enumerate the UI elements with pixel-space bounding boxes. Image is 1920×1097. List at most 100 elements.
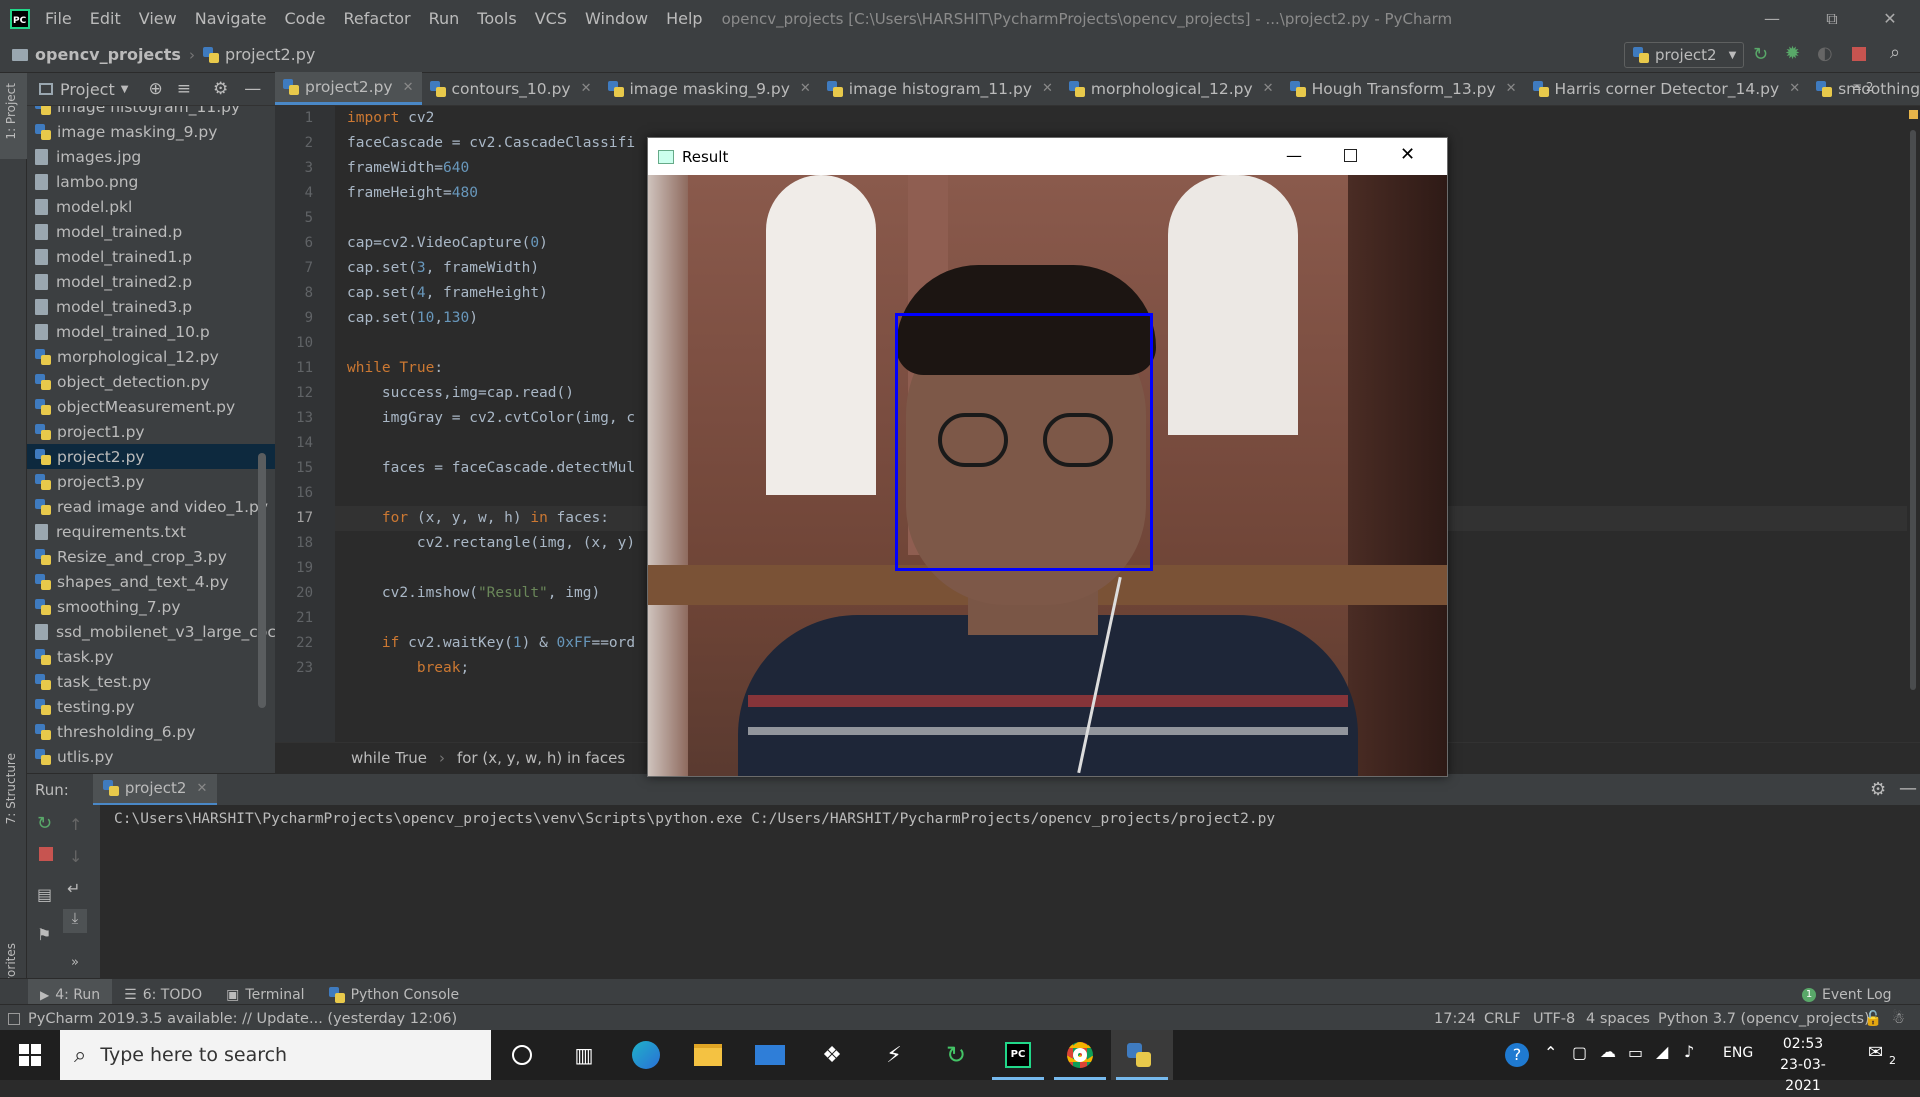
menu-edit[interactable]: Edit: [81, 9, 130, 28]
close-icon[interactable]: ✕: [581, 81, 592, 96]
tree-item[interactable]: image histogram_11.py: [27, 106, 275, 119]
wifi-icon[interactable]: ◢: [1656, 1042, 1668, 1061]
debug-icon[interactable]: ✹: [1785, 43, 1800, 64]
menu-code[interactable]: Code: [276, 9, 335, 28]
chrome-icon[interactable]: [1049, 1030, 1111, 1080]
tree-item[interactable]: Resize_and_crop_3.py: [27, 544, 275, 569]
collapse-all-icon[interactable]: ≡: [177, 79, 191, 99]
close-icon[interactable]: ✕: [196, 781, 207, 796]
close-button[interactable]: ✕: [1400, 144, 1415, 165]
terminal-button[interactable]: ▣ Terminal: [214, 987, 316, 1003]
todo-button[interactable]: ☰ 6: TODO: [112, 987, 214, 1003]
stop-icon[interactable]: [1852, 47, 1866, 61]
edge-icon[interactable]: [615, 1030, 677, 1080]
gear-icon[interactable]: ⚙: [213, 79, 228, 99]
gear-icon[interactable]: ⚙: [1870, 779, 1886, 800]
tree-item[interactable]: task_test.py: [27, 669, 275, 694]
menu-run[interactable]: Run: [420, 9, 469, 28]
cortana-icon[interactable]: [491, 1030, 553, 1080]
tree-item[interactable]: task.py: [27, 644, 275, 669]
tree-item[interactable]: thresholding_6.py: [27, 719, 275, 744]
file-encoding[interactable]: UTF-8: [1533, 1011, 1575, 1027]
editor-tab[interactable]: image histogram_11.py ✕: [819, 72, 1061, 105]
tree-item[interactable]: model.pkl: [27, 194, 275, 219]
python-taskbar-icon[interactable]: [1111, 1030, 1173, 1080]
tree-item[interactable]: requirements.txt: [27, 519, 275, 544]
editor-tab[interactable]: Hough Transform_13.py ✕: [1282, 72, 1525, 105]
editor-tab[interactable]: project2.py ✕: [275, 72, 422, 105]
menu-vcs[interactable]: VCS: [526, 9, 576, 28]
soft-wrap-icon[interactable]: ↵: [67, 879, 80, 898]
tree-item[interactable]: model_trained.p: [27, 219, 275, 244]
language-indicator[interactable]: ENG: [1723, 1045, 1753, 1061]
minimize-button[interactable]: —: [1286, 146, 1302, 165]
tree-item[interactable]: morphological_12.py: [27, 344, 275, 369]
lock-icon[interactable]: 🔓: [1864, 1010, 1882, 1027]
clock[interactable]: 02:53 23-03-2021: [1768, 1034, 1838, 1097]
python-console-button[interactable]: Python Console: [317, 987, 472, 1003]
taskbar-search[interactable]: ⌕ Type here to search: [60, 1030, 491, 1080]
tree-item[interactable]: ssd_mobilenet_v3_large_coco_20: [27, 619, 275, 644]
menu-navigate[interactable]: Navigate: [186, 9, 276, 28]
tree-item[interactable]: model_trained2.p: [27, 269, 275, 294]
tree-item[interactable]: smoothing_7.py: [27, 594, 275, 619]
nav-file[interactable]: project2.py: [202, 45, 315, 64]
menu-tools[interactable]: Tools: [468, 9, 525, 28]
rerun-icon[interactable]: ↻: [1753, 44, 1768, 65]
task-view-icon[interactable]: ▥: [553, 1030, 615, 1080]
layout-icon[interactable]: ▤: [37, 885, 52, 904]
tree-item[interactable]: model_trained3.p: [27, 294, 275, 319]
help-icon[interactable]: ?: [1505, 1043, 1529, 1067]
caret-position[interactable]: 17:24: [1434, 1011, 1476, 1027]
run-console[interactable]: ↻ ▤ ⚑ ↑ ↓ ↵ ⤓ » C:\Users\HARSHIT\Pycharm…: [27, 805, 1920, 978]
tree-item[interactable]: testing.py: [27, 694, 275, 719]
indent-setting[interactable]: 4 spaces: [1586, 1011, 1650, 1027]
tree-scrollbar[interactable]: [258, 453, 266, 708]
run-tab[interactable]: project2 ✕: [92, 773, 218, 806]
result-titlebar[interactable]: Result — ✕: [648, 138, 1447, 175]
editor-scrollbar[interactable]: [1910, 130, 1916, 690]
maximize-button[interactable]: [1344, 149, 1357, 162]
tree-item[interactable]: utlis.py: [27, 744, 275, 769]
notification-icon[interactable]: ✉: [1868, 1042, 1883, 1063]
run-config-select[interactable]: project2 ▼: [1624, 42, 1744, 68]
onedrive-icon[interactable]: ☁: [1600, 1042, 1616, 1061]
event-log-button[interactable]: 1 Event Log: [1790, 987, 1904, 1003]
menu-view[interactable]: View: [130, 9, 186, 28]
pin-icon[interactable]: ⚑: [37, 925, 51, 944]
chevron-up-icon[interactable]: ⌃: [1544, 1043, 1557, 1062]
line-separator[interactable]: CRLF: [1484, 1011, 1521, 1027]
editor-tab[interactable]: image masking_9.py ✕: [600, 72, 819, 105]
file-explorer-icon[interactable]: [677, 1030, 739, 1080]
breadcrumb-for[interactable]: for (x, y, w, h) in faces: [457, 749, 625, 767]
tree-item[interactable]: read image and video_1.py: [27, 494, 275, 519]
structure-side-label[interactable]: 7: Structure: [4, 753, 18, 824]
minimize-button[interactable]: —: [1742, 0, 1802, 37]
tree-item[interactable]: shapes_and_text_4.py: [27, 569, 275, 594]
editor-tab[interactable]: morphological_12.py ✕: [1061, 72, 1282, 105]
close-icon[interactable]: ✕: [403, 80, 414, 95]
tree-item[interactable]: model_trained_10.p: [27, 319, 275, 344]
editor-tab[interactable]: contours_10.py ✕: [422, 72, 600, 105]
layout-toggle-icon[interactable]: [8, 1012, 20, 1025]
result-window[interactable]: Result — ✕: [647, 137, 1448, 777]
tree-item[interactable]: project1.py: [27, 419, 275, 444]
arrow-down-icon[interactable]: ↓: [69, 847, 82, 866]
breadcrumb-while[interactable]: while True: [351, 749, 427, 767]
tree-item[interactable]: objectMeasurement.py: [27, 394, 275, 419]
close-button[interactable]: ✕: [1860, 0, 1920, 37]
windows-start-icon[interactable]: [0, 1030, 60, 1080]
menu-window[interactable]: Window: [576, 9, 657, 28]
project-view-select[interactable]: Project: [60, 80, 115, 99]
interpreter-selector[interactable]: Python 3.7 (opencv_projects): [1658, 1011, 1870, 1027]
close-icon[interactable]: ✕: [1042, 81, 1053, 96]
tree-item[interactable]: object_detection.py: [27, 369, 275, 394]
close-icon[interactable]: ✕: [1506, 81, 1517, 96]
code-line[interactable]: import cv2: [347, 106, 1847, 131]
menu-help[interactable]: Help: [657, 9, 711, 28]
tree-item[interactable]: lambo.png: [27, 169, 275, 194]
stop-icon[interactable]: [39, 847, 53, 861]
tree-item[interactable]: project3.py: [27, 469, 275, 494]
inspector-icon[interactable]: ☃: [1892, 1011, 1905, 1027]
arrow-up-icon[interactable]: ↑: [69, 815, 82, 834]
